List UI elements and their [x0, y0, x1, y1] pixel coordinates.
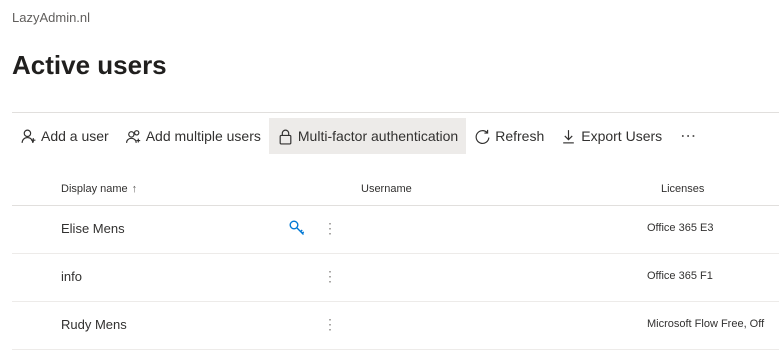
download-icon: [563, 129, 575, 143]
user-display-name[interactable]: info: [61, 269, 82, 284]
user-licenses: Office 365 E3: [647, 222, 714, 234]
add-user-button[interactable]: Add a user: [12, 118, 117, 154]
key-icon[interactable]: [288, 219, 306, 237]
mfa-label: Multi-factor authentication: [297, 128, 459, 144]
more-actions-button[interactable]: ⋯: [670, 118, 708, 154]
divider: [12, 112, 779, 113]
command-bar: Add a user Add multiple users Multi-fact…: [12, 118, 708, 154]
column-header-display-name[interactable]: Display name ↑: [61, 183, 137, 195]
table-row[interactable]: Elise Mens ⋮ Office 365 E3: [12, 206, 779, 254]
sort-ascending-icon: ↑: [131, 183, 138, 195]
user-licenses: Office 365 F1: [647, 270, 713, 282]
multi-factor-authentication-button[interactable]: Multi-factor authentication: [268, 118, 467, 154]
export-users-button[interactable]: Export Users: [552, 118, 670, 154]
refresh-icon: [475, 129, 490, 144]
table-row[interactable]: Rudy Mens ⋮ Microsoft Flow Free, Off: [12, 302, 779, 350]
user-display-name[interactable]: Rudy Mens: [61, 317, 127, 332]
display-name-header-label: Display name: [61, 183, 128, 195]
refresh-label: Refresh: [495, 128, 545, 144]
row-more-options[interactable]: ⋮: [323, 314, 337, 334]
export-users-label: Export Users: [581, 128, 663, 144]
table-header: Display name ↑ Username Licenses: [12, 175, 779, 206]
row-more-options[interactable]: ⋮: [323, 218, 337, 238]
add-person-icon: [21, 129, 36, 143]
add-multiple-users-button[interactable]: Add multiple users: [117, 118, 269, 154]
lock-icon: [279, 129, 292, 145]
column-header-username[interactable]: Username: [361, 183, 412, 195]
add-multiple-users-label: Add multiple users: [145, 128, 261, 144]
org-name: LazyAdmin.nl: [12, 10, 91, 25]
page-title: Active users: [12, 50, 167, 80]
user-display-name[interactable]: Elise Mens: [61, 221, 125, 236]
user-licenses: Microsoft Flow Free, Off: [647, 318, 765, 330]
add-user-label: Add a user: [41, 128, 109, 144]
row-more-options[interactable]: ⋮: [323, 266, 337, 286]
column-header-licenses[interactable]: Licenses: [661, 183, 704, 195]
table-row[interactable]: info ⋮ Office 365 F1: [12, 254, 779, 302]
refresh-button[interactable]: Refresh: [466, 118, 552, 154]
add-people-icon: [125, 129, 140, 143]
